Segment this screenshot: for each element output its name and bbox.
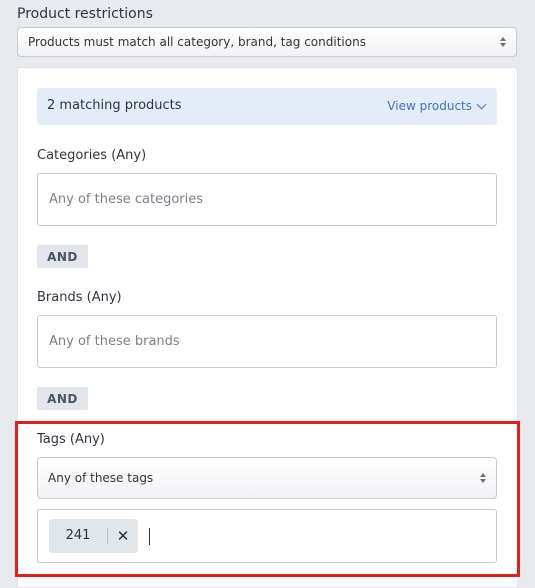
select-caret-icon [480,473,486,483]
restriction-mode-select[interactable]: Products must match all category, brand,… [17,27,517,57]
and-badge: AND [37,245,88,268]
select-caret-icon [500,37,506,47]
matching-products-count: 2 matching products [47,98,182,113]
tag-chip: 241 ✕ [49,519,138,553]
brands-placeholder: Any of these brands [49,334,180,349]
chevron-down-icon [476,99,487,109]
view-products-button[interactable]: View products [387,99,487,113]
categories-input[interactable]: Any of these categories [37,173,497,226]
categories-placeholder: Any of these categories [49,192,204,207]
matching-products-bar: 2 matching products View products [37,88,497,125]
tags-mode-value: Any of these tags [48,471,154,485]
tags-input[interactable]: 241 ✕ [37,509,497,563]
restriction-mode-value: Products must match all category, brand,… [28,35,366,49]
and-badge: AND [37,387,88,410]
product-restrictions-title: Product restrictions [17,6,153,22]
brands-input[interactable]: Any of these brands [37,315,497,368]
view-products-label: View products [387,99,472,113]
tags-label: Tags (Any) [37,432,105,447]
categories-label: Categories (Any) [37,148,147,163]
close-icon[interactable]: ✕ [108,527,138,545]
text-cursor [149,528,150,545]
tags-mode-select[interactable]: Any of these tags [37,457,497,499]
tag-chip-value: 241 [49,528,108,544]
brands-label: Brands (Any) [37,290,122,305]
